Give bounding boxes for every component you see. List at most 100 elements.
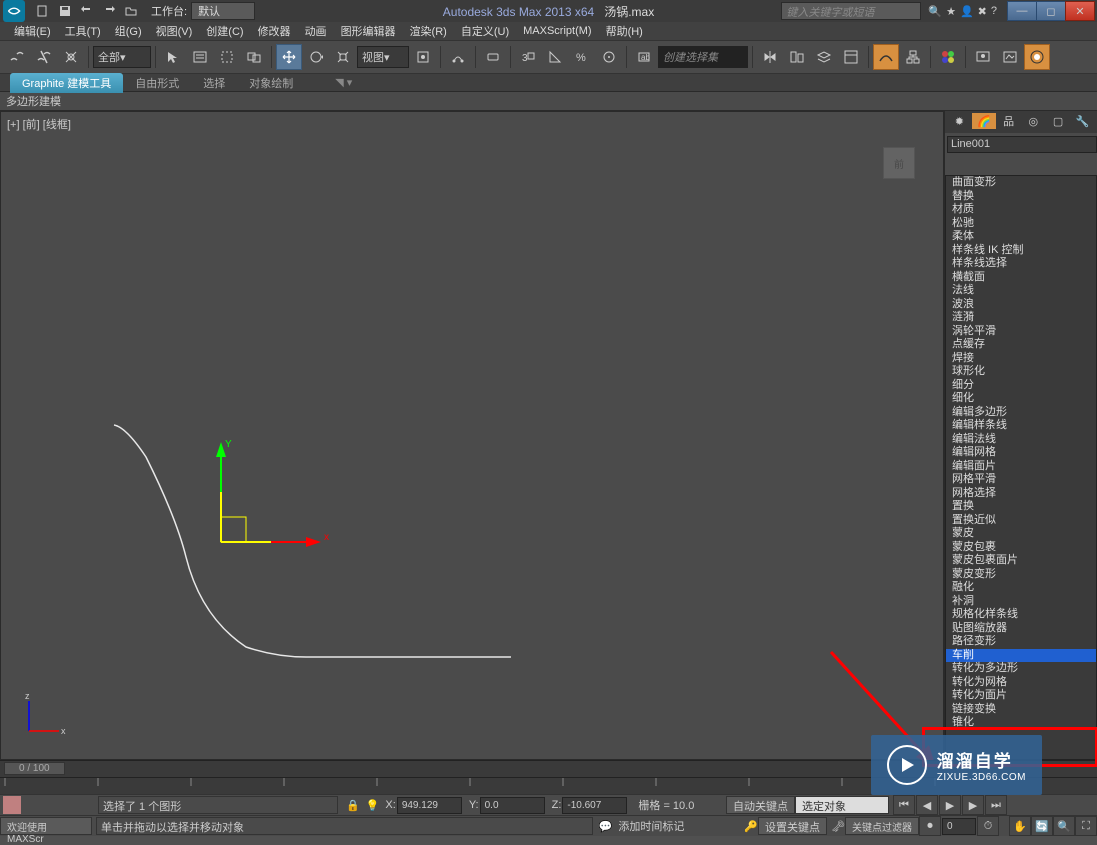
maximize-button[interactable]: ◻	[1036, 1, 1066, 21]
modifier-item[interactable]: 贴图缩放器	[946, 622, 1096, 636]
material-editor-icon[interactable]	[935, 44, 961, 70]
pin-stack-icon[interactable]	[946, 156, 964, 172]
nav-zoom-icon[interactable]: 🔍	[1053, 816, 1075, 836]
schematic-icon[interactable]	[900, 44, 926, 70]
script-icon[interactable]	[3, 796, 21, 814]
select-name-icon[interactable]	[187, 44, 213, 70]
curve-editor-icon[interactable]	[873, 44, 899, 70]
modifier-item[interactable]: 替换	[946, 190, 1096, 204]
nav-orbit-icon[interactable]: 🔄	[1031, 816, 1053, 836]
modifier-item[interactable]: 焊接	[946, 352, 1096, 366]
modifier-item[interactable]: 网格选择	[946, 487, 1096, 501]
autokey-button[interactable]: 自动关键点	[726, 796, 795, 814]
menu-edit[interactable]: 编辑(E)	[8, 21, 57, 41]
move-gizmo[interactable]: Y x	[211, 432, 341, 562]
key-big-icon[interactable]: 🗝	[831, 820, 845, 833]
tab-modify-icon[interactable]: 🌈	[972, 113, 997, 129]
next-frame-icon[interactable]: ▶	[962, 795, 984, 815]
pivot-icon[interactable]	[410, 44, 436, 70]
minimize-button[interactable]: —	[1007, 1, 1037, 21]
selection-set-dropdown[interactable]: 创建选择集	[658, 46, 748, 68]
menu-help[interactable]: 帮助(H)	[600, 21, 649, 41]
select-move-icon[interactable]	[276, 44, 302, 70]
nav-pan-icon[interactable]: ✋	[1009, 816, 1031, 836]
modifier-item[interactable]: 编辑法线	[946, 433, 1096, 447]
select-rotate-icon[interactable]	[303, 44, 329, 70]
tab-utilities-icon[interactable]: 🔧	[1070, 113, 1095, 129]
rendered-frame-icon[interactable]	[997, 44, 1023, 70]
snap-toggle-icon[interactable]: 3	[515, 44, 541, 70]
modifier-item[interactable]: 曲面变形	[946, 176, 1096, 190]
coord-z-input[interactable]	[562, 797, 627, 814]
menu-create[interactable]: 创建(C)	[200, 21, 249, 41]
select-scale-icon[interactable]	[330, 44, 356, 70]
goto-end-icon[interactable]: ⏭	[985, 795, 1007, 815]
workspace-dropdown[interactable]: 默认	[191, 2, 255, 20]
modifier-item[interactable]: 波浪	[946, 298, 1096, 312]
modifier-item[interactable]: 蒙皮包裹	[946, 541, 1096, 555]
time-config-icon[interactable]: ⏱	[977, 816, 999, 836]
modifier-item[interactable]: 细分	[946, 379, 1096, 393]
poly-modeling-panel[interactable]: 多边形建模	[0, 92, 1097, 111]
coord-y-input[interactable]	[480, 797, 545, 814]
app-icon[interactable]	[3, 0, 25, 22]
modifier-item[interactable]: 车削	[946, 649, 1096, 663]
tab-hierarchy-icon[interactable]: 品	[996, 113, 1021, 129]
menu-graph[interactable]: 图形编辑器	[335, 21, 402, 41]
modifier-item[interactable]: 链接变换	[946, 703, 1096, 717]
tab-freeform[interactable]: 自由形式	[123, 73, 191, 93]
key-icon[interactable]: 🔑	[744, 820, 758, 833]
menu-animation[interactable]: 动画	[299, 21, 333, 41]
modifier-item[interactable]: 编辑面片	[946, 460, 1096, 474]
play-icon[interactable]: ▶	[939, 795, 961, 815]
link-icon[interactable]	[4, 44, 30, 70]
show-end-icon[interactable]	[965, 156, 983, 172]
modifier-item[interactable]: 涟漪	[946, 311, 1096, 325]
mirror-icon[interactable]	[757, 44, 783, 70]
render-setup-icon[interactable]	[970, 44, 996, 70]
close-button[interactable]: ✕	[1065, 1, 1095, 21]
modifier-item[interactable]: 蒙皮包裹面片	[946, 554, 1096, 568]
signin-icon[interactable]: 👤	[960, 5, 974, 18]
render-prod-icon[interactable]	[1024, 44, 1050, 70]
tab-selection[interactable]: 选择	[191, 73, 237, 93]
menu-tools[interactable]: 工具(T)	[59, 21, 107, 41]
nav-max-icon[interactable]: ⛶	[1075, 816, 1097, 836]
viewcube[interactable]: 前	[873, 142, 923, 182]
modifier-item[interactable]: 点缓存	[946, 338, 1096, 352]
tab-create-icon[interactable]: ✹	[947, 113, 972, 129]
comm-icon[interactable]: 💬	[599, 820, 613, 833]
modifier-item[interactable]: 置换近似	[946, 514, 1096, 528]
menu-customize[interactable]: 自定义(U)	[455, 21, 515, 41]
modifier-item[interactable]: 法线	[946, 284, 1096, 298]
search-icon[interactable]: 🔍	[928, 5, 942, 18]
modifier-item[interactable]: 材质	[946, 203, 1096, 217]
modifier-item[interactable]: 柔体	[946, 230, 1096, 244]
modifier-item[interactable]: 融化	[946, 581, 1096, 595]
modifier-list-dropdown[interactable]	[984, 156, 1096, 172]
modifier-item[interactable]: 转化为网格	[946, 676, 1096, 690]
selected-obj-dropdown[interactable]: 选定对象	[795, 796, 889, 814]
named-sel-icon[interactable]: ab	[631, 44, 657, 70]
time-tag-label[interactable]: 添加时间标记	[618, 818, 684, 834]
align-icon[interactable]	[784, 44, 810, 70]
manipulate-icon[interactable]	[445, 44, 471, 70]
modifier-item[interactable]: 蒙皮	[946, 527, 1096, 541]
isolate-icon[interactable]: 💡	[366, 799, 380, 812]
goto-start-icon[interactable]: ⏮	[893, 795, 915, 815]
tab-paint[interactable]: 对象绘制	[237, 73, 305, 93]
keyfilter-button[interactable]: 关键点过滤器	[845, 817, 919, 835]
menu-view[interactable]: 视图(V)	[150, 21, 199, 41]
select-region-icon[interactable]	[214, 44, 240, 70]
setkey-button[interactable]: 设置关键点	[758, 817, 827, 835]
modifier-item[interactable]: 网格平滑	[946, 473, 1096, 487]
key-mode-icon[interactable]: ⏺	[919, 816, 941, 836]
filter-dropdown[interactable]: 全部 ▾	[93, 46, 151, 68]
coord-x-input[interactable]	[397, 797, 462, 814]
viewport-label[interactable]: [+] [前] [线框]	[7, 116, 71, 132]
modifier-item[interactable]: 规格化样条线	[946, 608, 1096, 622]
menu-modifiers[interactable]: 修改器	[252, 21, 297, 41]
lock-icon[interactable]: 🔒	[346, 799, 360, 812]
layer-manager-icon[interactable]	[838, 44, 864, 70]
modifier-item[interactable]: 锥化	[946, 716, 1096, 730]
